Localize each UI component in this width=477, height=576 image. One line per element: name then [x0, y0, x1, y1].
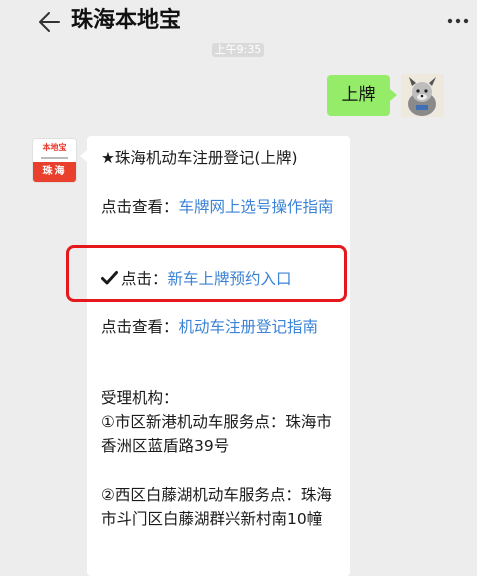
line1-prefix: 点击查看： — [101, 198, 179, 216]
chat-header: 珠海本地宝 — [0, 0, 477, 44]
official-account-avatar[interactable]: 本地宝 珠海 — [33, 139, 76, 182]
more-dots-icon[interactable] — [446, 16, 470, 26]
message-title: ★珠海机动车注册登记(上牌) — [101, 149, 298, 167]
chat-title: 珠海本地宝 — [71, 8, 182, 33]
timestamp: 上午9:35 — [212, 43, 264, 57]
line3-prefix: 点击查看： — [101, 318, 179, 336]
line-register-guide: 点击查看：机动车注册登记指南 — [101, 315, 339, 339]
highlight-annotation — [66, 245, 347, 302]
arrow-left-icon[interactable] — [38, 11, 60, 33]
section-label: 受理机构： — [101, 389, 179, 407]
dog-photo-icon — [401, 74, 444, 117]
avatar-city: 珠海 — [33, 162, 76, 182]
plate-selection-guide-link[interactable]: 车牌网上选号操作指南 — [179, 198, 334, 216]
vehicle-registration-guide-link[interactable]: 机动车注册登记指南 — [179, 318, 319, 336]
user-avatar[interactable] — [401, 74, 444, 117]
office-1: ①市区新港机动车服务点：珠海市香洲区蓝盾路39号 — [101, 413, 332, 455]
line-registration-guide: 点击查看：车牌网上选号操作指南 — [101, 195, 339, 219]
incoming-message: ★珠海机动车注册登记(上牌) 点击查看：车牌网上选号操作指南 点击：新车上牌预约… — [80, 136, 350, 576]
office-2: ②西区白藤湖机动车服务点：珠海市斗门区白藤湖群兴新村南10幢 — [101, 486, 332, 528]
outgoing-message[interactable]: 上牌 — [327, 75, 397, 116]
logo-underline-icon — [41, 157, 68, 159]
